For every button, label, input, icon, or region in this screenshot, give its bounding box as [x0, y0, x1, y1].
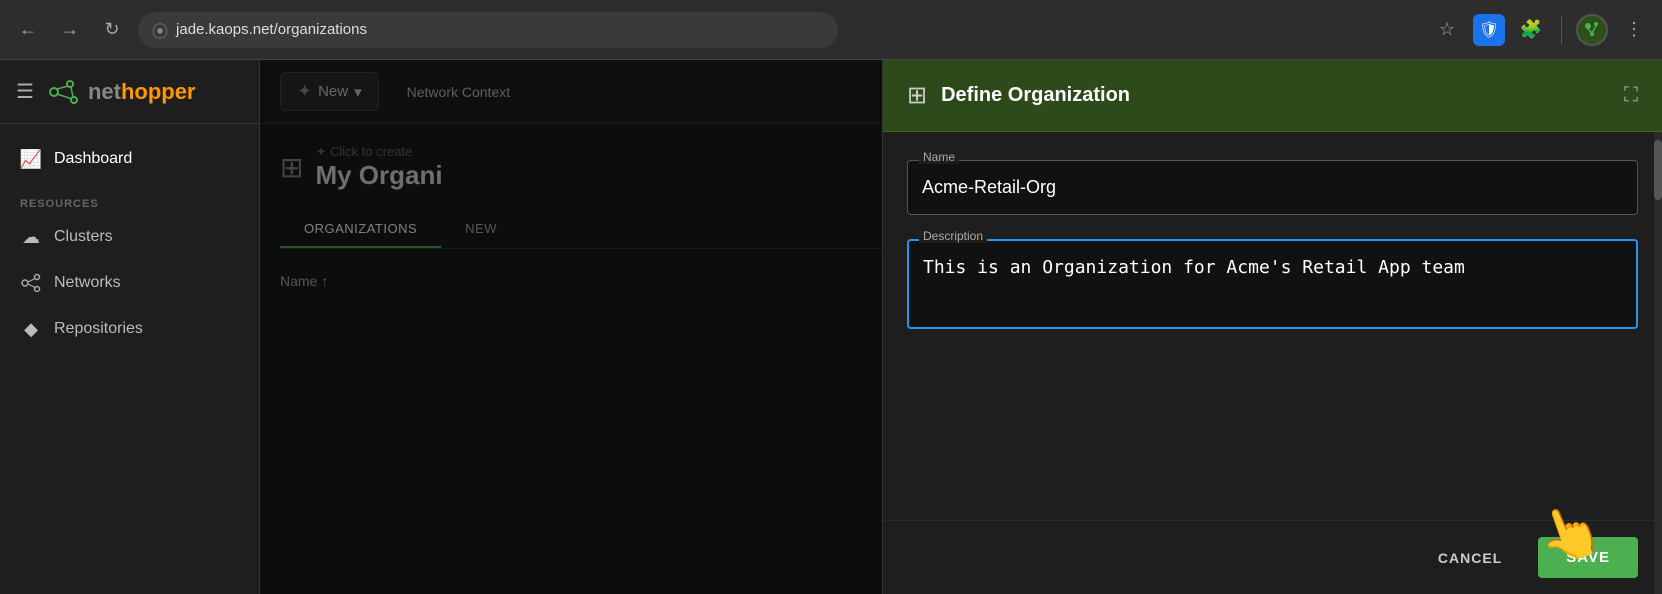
- logo-icon: [46, 74, 82, 110]
- description-form-group: Description: [907, 239, 1638, 334]
- sidebar-item-networks[interactable]: Networks: [0, 260, 259, 306]
- sidebar-item-clusters[interactable]: ☁ Clusters: [0, 214, 259, 260]
- name-input[interactable]: [907, 160, 1638, 215]
- dialog-body: Name Description: [883, 132, 1662, 520]
- hamburger-icon[interactable]: ☰: [16, 79, 34, 104]
- logo-hopper: hopper: [121, 79, 196, 104]
- security-icon: ⦿: [152, 18, 168, 42]
- logo-net: net: [88, 79, 121, 104]
- clusters-icon: ☁: [20, 226, 42, 248]
- resources-section-label: RESOURCES: [0, 182, 259, 214]
- app-container: ☰ nethopper 📈 Dashboard RES: [0, 60, 1662, 594]
- chrome-menu-icon[interactable]: ⋮: [1618, 14, 1650, 46]
- url-text: jade.kaops.net/organizations: [176, 21, 367, 38]
- dialog-header: ⊞ Define Organization ⛶: [883, 60, 1662, 132]
- main-content: ✦ New ▾ Network Context Sr SrDevOps ⊞ ✦ …: [260, 60, 1662, 594]
- name-form-group: Name: [907, 160, 1638, 215]
- browser-chrome: ← → ↻ ⦿ jade.kaops.net/organizations ☆ 🛡…: [0, 0, 1662, 60]
- dashboard-icon: 📈: [20, 148, 42, 170]
- description-input[interactable]: [907, 239, 1638, 329]
- dialog-scrollbar[interactable]: [1654, 132, 1662, 594]
- dialog-header-icon: ⊞: [907, 81, 927, 110]
- dialog-expand-button[interactable]: ⛶: [1624, 84, 1638, 107]
- networks-icon: [20, 272, 42, 294]
- logo-text: nethopper: [88, 79, 196, 105]
- sidebar-item-dashboard-label: Dashboard: [54, 150, 132, 168]
- dialog-scrollbar-thumb: [1654, 140, 1662, 200]
- description-label: Description: [919, 229, 987, 243]
- forward-button[interactable]: →: [54, 14, 86, 46]
- logo-area: nethopper: [46, 74, 196, 110]
- repositories-icon: ◆: [20, 318, 42, 340]
- sidebar-nav: 📈 Dashboard RESOURCES ☁ Clusters: [0, 124, 259, 594]
- bookmark-icon[interactable]: ☆: [1431, 14, 1463, 46]
- sidebar: ☰ nethopper 📈 Dashboard RES: [0, 60, 260, 594]
- sidebar-item-repositories[interactable]: ◆ Repositories: [0, 306, 259, 352]
- sidebar-item-clusters-label: Clusters: [54, 228, 113, 246]
- cancel-button[interactable]: CANCEL: [1418, 540, 1522, 576]
- sidebar-item-repositories-label: Repositories: [54, 320, 143, 338]
- sidebar-header: ☰ nethopper: [0, 60, 259, 124]
- sidebar-item-dashboard[interactable]: 📈 Dashboard: [0, 136, 259, 182]
- define-organization-dialog: ⊞ Define Organization ⛶ Name Description…: [882, 60, 1662, 594]
- address-bar[interactable]: ⦿ jade.kaops.net/organizations: [138, 12, 838, 48]
- name-label: Name: [919, 150, 959, 164]
- save-button[interactable]: SAVE: [1538, 537, 1638, 578]
- profile-avatar[interactable]: [1576, 14, 1608, 46]
- extension-icon-2[interactable]: 🧩: [1515, 14, 1547, 46]
- reload-button[interactable]: ↻: [96, 14, 128, 46]
- dialog-footer: CANCEL SAVE: [883, 520, 1662, 594]
- browser-right-icons: ☆ 🛡 🧩 ⋮: [1431, 14, 1650, 46]
- extension-icon-1[interactable]: 🛡: [1473, 14, 1505, 46]
- dialog-title: Define Organization: [941, 84, 1610, 107]
- back-button[interactable]: ←: [12, 14, 44, 46]
- sidebar-item-networks-label: Networks: [54, 274, 121, 292]
- separator: [1561, 16, 1562, 44]
